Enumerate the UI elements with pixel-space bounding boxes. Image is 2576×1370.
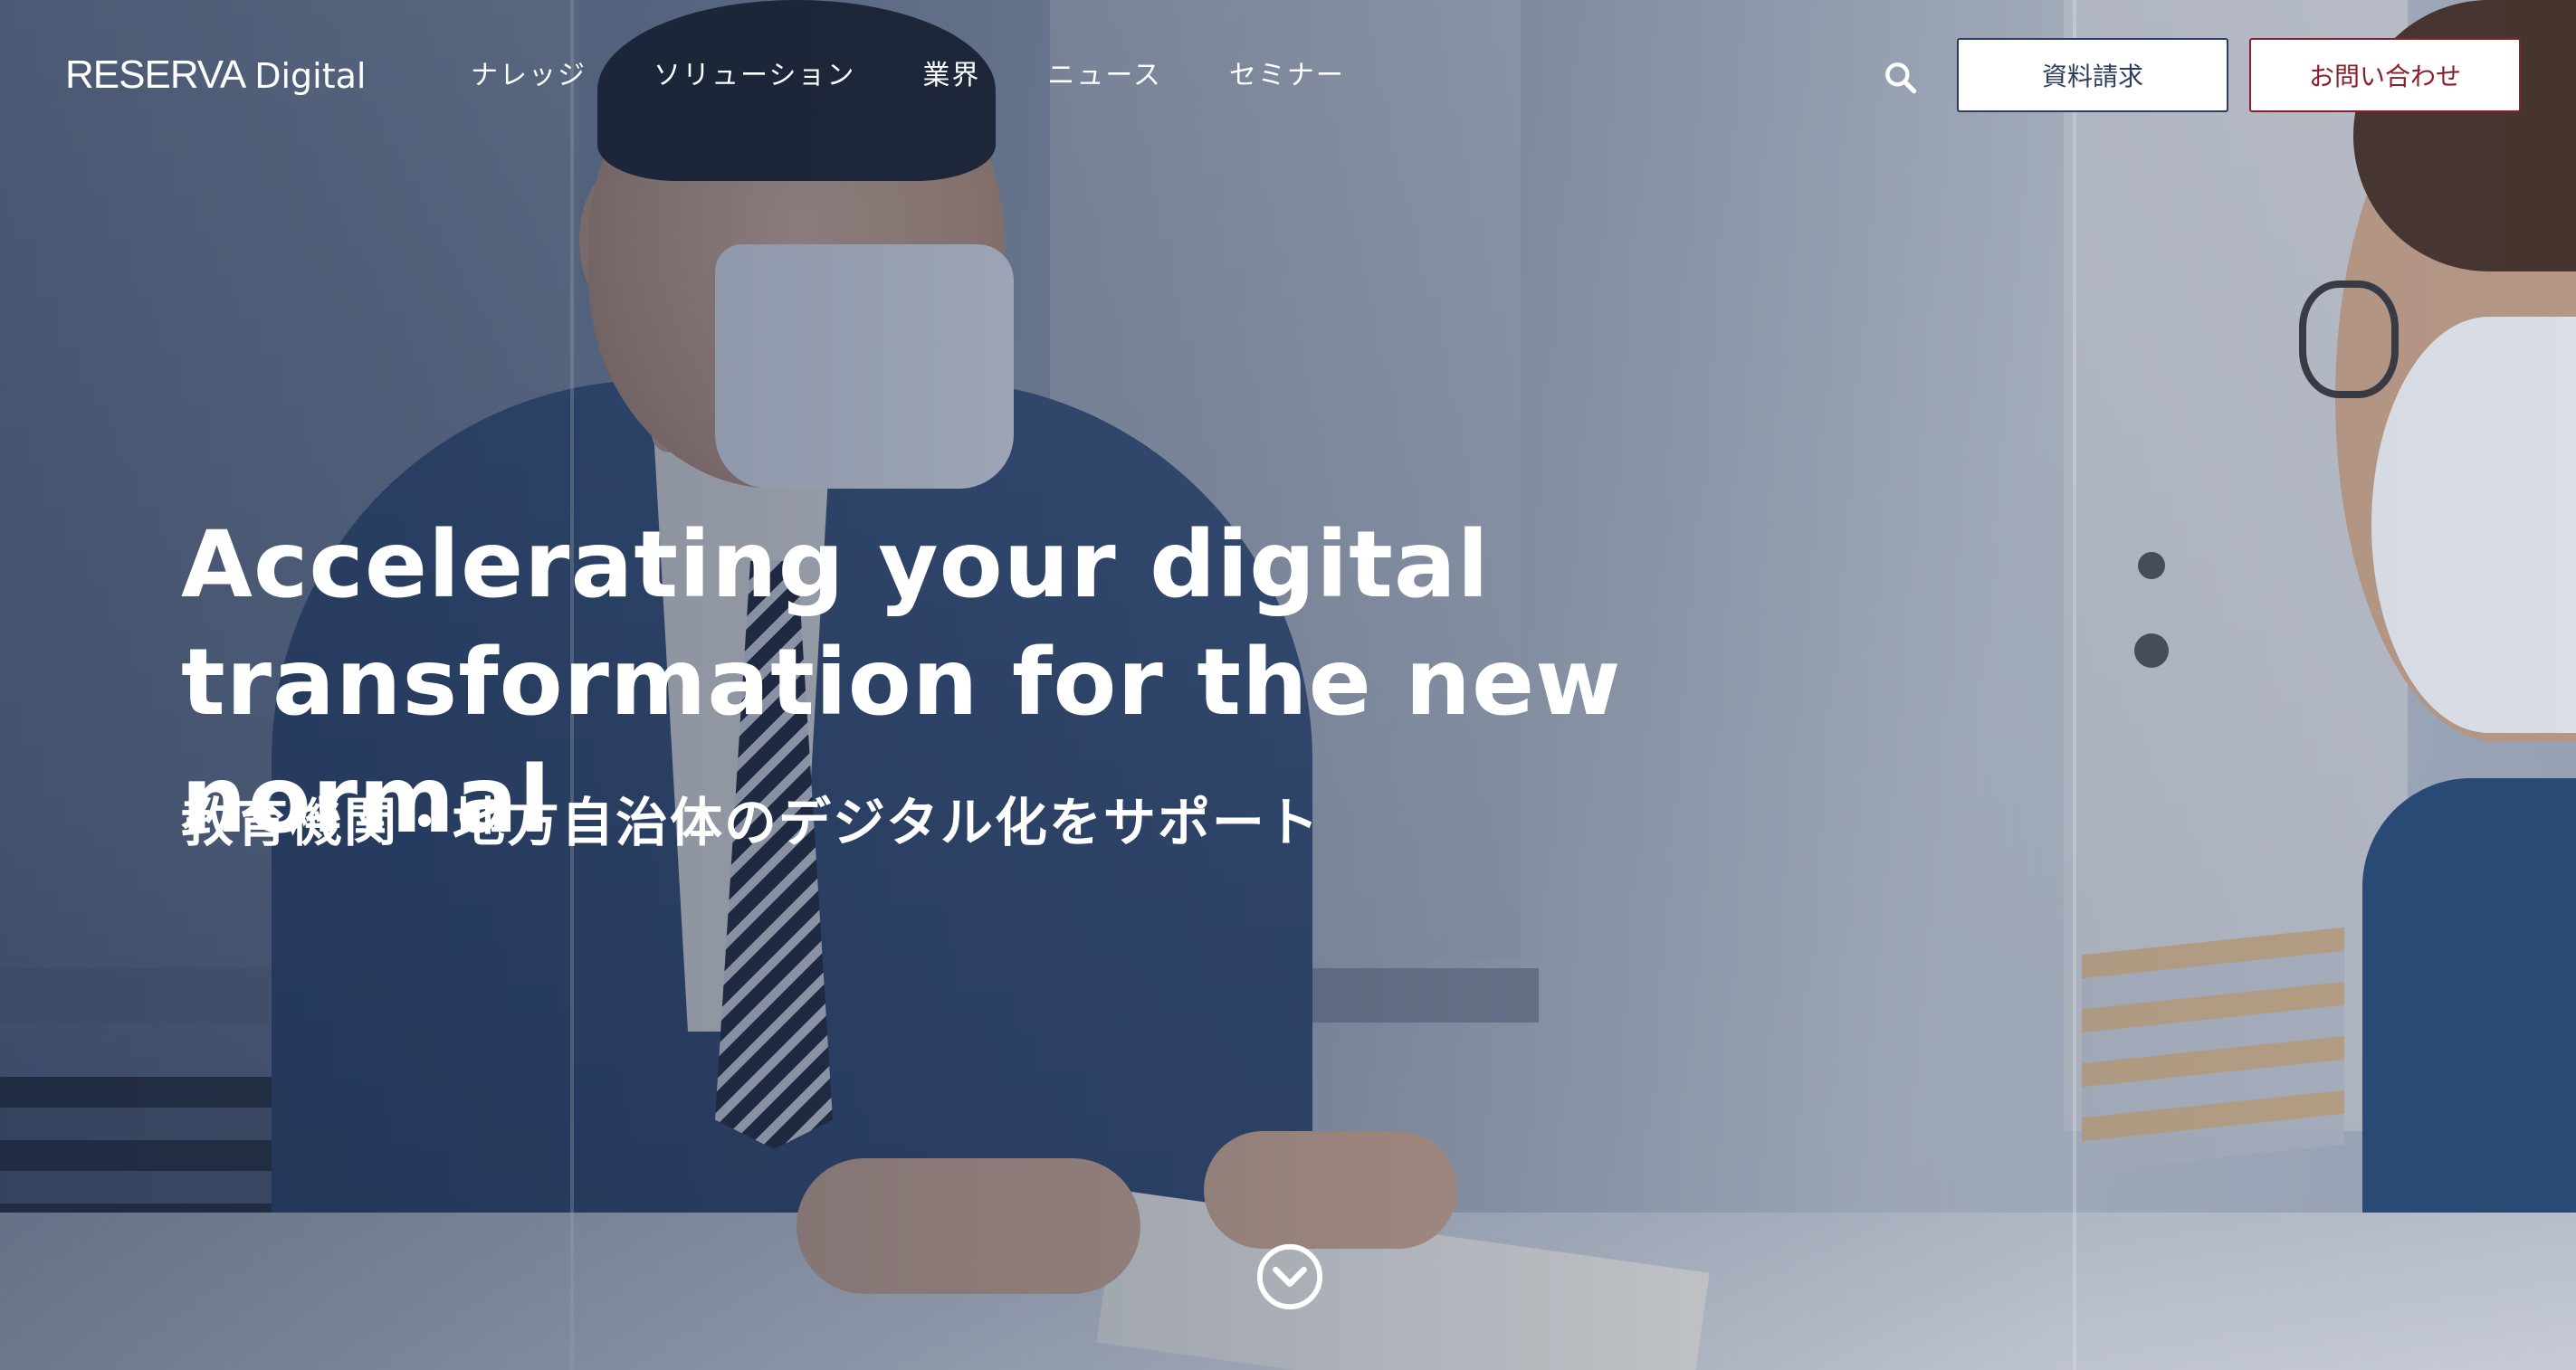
- nav-item-solutions[interactable]: ソリューション: [654, 52, 855, 92]
- hero-subheadline: 教育機関・地方自治体のデジタル化をサポート: [181, 792, 1321, 853]
- nav-item-industries[interactable]: 業界: [922, 52, 980, 92]
- site-logo[interactable]: RESERVA Digital: [65, 52, 366, 100]
- search-icon[interactable]: [1881, 58, 1921, 98]
- chevron-down-circle-icon[interactable]: [1255, 1242, 1325, 1312]
- main-nav: ナレッジ ソリューション 業界 ニュース セミナー: [471, 52, 1345, 92]
- nav-item-news[interactable]: ニュース: [1047, 52, 1162, 92]
- site-header: RESERVA Digital ナレッジ ソリューション 業界 ニュース セミナ…: [0, 0, 2576, 150]
- nav-item-seminars[interactable]: セミナー: [1229, 52, 1345, 92]
- request-documents-button[interactable]: 資料請求: [1957, 38, 2228, 112]
- hero-headline-line: Accelerating your digital: [181, 511, 1490, 619]
- logo-wordmark: RESERVA: [65, 52, 246, 97]
- contact-button[interactable]: お問い合わせ: [2249, 38, 2521, 112]
- logo-subtitle: Digital: [254, 56, 367, 96]
- nav-item-knowledge[interactable]: ナレッジ: [471, 52, 587, 92]
